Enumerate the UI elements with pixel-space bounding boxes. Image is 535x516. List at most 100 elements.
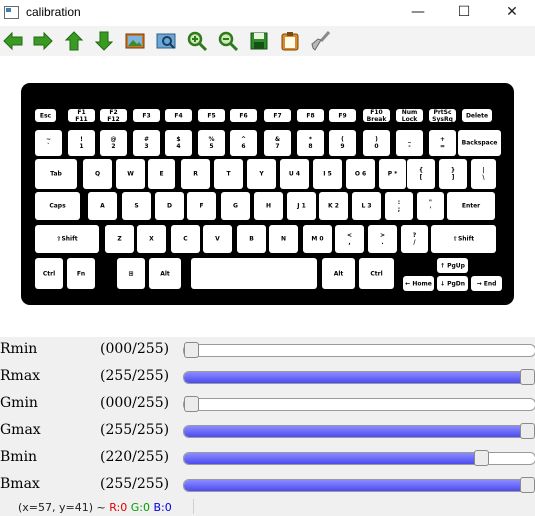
keyboard-key: → End [471, 276, 502, 291]
key-label: E [159, 170, 164, 178]
keyboard-key: Esc [35, 109, 56, 122]
slider-fill [184, 453, 487, 464]
save-button[interactable] [247, 29, 271, 53]
forward-button[interactable] [31, 29, 55, 53]
keyboard-key: F2 F12 [100, 109, 127, 123]
zoom-out-button[interactable] [216, 29, 240, 53]
keyboard-key: X [137, 225, 166, 253]
keyboard-key: ⊞ [117, 258, 145, 289]
clipboard-button[interactable] [278, 29, 302, 53]
slider-label: Bmin [0, 449, 38, 465]
key-label: Ctrl [42, 270, 56, 277]
keyboard-key: : ; [385, 192, 413, 220]
key-label: { [ [418, 167, 424, 181]
slider-handle[interactable] [473, 450, 489, 466]
keyboard-key: V [203, 225, 232, 253]
key-label: U 4 [288, 170, 301, 178]
slider-row-rmax: Rmax (255/255) [0, 364, 535, 391]
keyboard-key: F4 [165, 109, 192, 122]
zoom-in-button[interactable] [185, 29, 209, 53]
title-bar: calibration — ☐ ✕ [0, 0, 535, 26]
clipboard-icon [281, 32, 299, 51]
keyboard-key: $ 4 [165, 130, 192, 156]
slider-handle[interactable] [520, 477, 535, 493]
slider-row-gmax: Gmax (255/255) [0, 418, 535, 445]
slider-track[interactable] [183, 479, 535, 492]
keyboard-key: ← Home [403, 276, 434, 291]
keyboard-key: D [155, 192, 184, 220]
keyboard-key: ⇧Shift [35, 225, 99, 253]
forward-icon [33, 31, 53, 51]
key-label: W [127, 170, 134, 178]
keyboard-key: ( 9 [329, 130, 356, 156]
slider-fill [184, 480, 535, 491]
keyboard-key: % 5 [198, 130, 225, 156]
slider-track[interactable] [183, 425, 535, 438]
key-label: ↓ PgDn [439, 280, 466, 287]
key-label: ^ 6 [240, 136, 247, 150]
status-text: (x=57, y=41) ~ R:0 G:0 B:0 [18, 501, 172, 514]
keyboard-key: G [221, 192, 250, 220]
back-icon [3, 31, 23, 51]
maximize-button[interactable]: ☐ [441, 0, 487, 26]
image-canvas[interactable]: Esc F1 F11 F2 F12 F3 F4 F5 F6 F7 F8 F9 F10 Break Nu… [0, 56, 535, 337]
key-label: $ 4 [176, 136, 181, 150]
slider-row-bmax: Bmax (255/255) [0, 472, 535, 499]
keyboard-key: { [ [407, 159, 435, 189]
keyboard-key: & 7 [264, 130, 291, 156]
slider-track[interactable] [183, 398, 535, 411]
down-button[interactable] [92, 29, 116, 53]
keyboard-key: F9 [329, 109, 356, 122]
key-label: V [215, 235, 220, 243]
red-readout: R:0 [109, 501, 128, 514]
keyboard-key: Ctrl [35, 258, 63, 289]
slider-label: Bmax [0, 476, 40, 492]
slider-panel: Rmin (000/255) Rmax (255/255) Gmin (000/255) G… [0, 337, 535, 497]
open-image-button[interactable] [123, 29, 147, 53]
keyboard-key: Q [83, 159, 112, 189]
slider-value: (000/255) [100, 341, 170, 357]
keyboard-key: Delete [462, 109, 492, 122]
key-label: L 3 [361, 202, 372, 210]
slider-row-gmin: Gmin (000/255) [0, 391, 535, 418]
image-icon [125, 33, 145, 49]
keyboard-key: } ] [439, 159, 467, 189]
slider-handle[interactable] [184, 396, 199, 412]
keyboard-key: P * [379, 159, 406, 189]
key-label: F7 [273, 112, 282, 119]
key-label: % 5 [208, 136, 215, 150]
slider-handle[interactable] [520, 423, 535, 439]
keyboard-key: + = [429, 130, 456, 156]
keyboard-key: ~ ` [35, 130, 62, 156]
keyboard-key: F10 Break [363, 109, 390, 123]
clear-button[interactable] [309, 29, 333, 53]
keyboard-key: * 8 [297, 130, 324, 156]
keyboard-key: I 5 [313, 159, 342, 189]
app-icon [4, 6, 19, 19]
slider-fill [184, 372, 535, 383]
slider-handle[interactable] [184, 342, 199, 358]
key-label: I 5 [323, 170, 332, 178]
key-label: Enter [461, 202, 481, 210]
minimize-button[interactable]: — [395, 0, 441, 26]
slider-handle[interactable] [520, 369, 535, 385]
key-label: Q [94, 170, 101, 178]
key-label: " ' [428, 199, 433, 213]
keyboard-key: # 3 [133, 130, 160, 156]
window-title: calibration [26, 5, 81, 19]
slider-track[interactable] [183, 344, 535, 357]
slider-label: Gmax [0, 422, 41, 438]
slider-track[interactable] [183, 371, 535, 384]
zoom-fit-button[interactable] [154, 29, 178, 53]
back-button[interactable] [1, 29, 25, 53]
key-label: ) 0 [374, 136, 379, 150]
up-button[interactable] [62, 29, 86, 53]
key-label: Fn [76, 270, 86, 277]
close-button[interactable]: ✕ [489, 0, 535, 26]
keyboard-key: Tab [35, 159, 77, 189]
keyboard-key: Ctrl [359, 258, 394, 289]
slider-label: Rmin [0, 341, 38, 357]
key-label: T [226, 170, 231, 178]
key-label: F3 [142, 112, 151, 119]
green-readout: G:0 [130, 501, 150, 514]
